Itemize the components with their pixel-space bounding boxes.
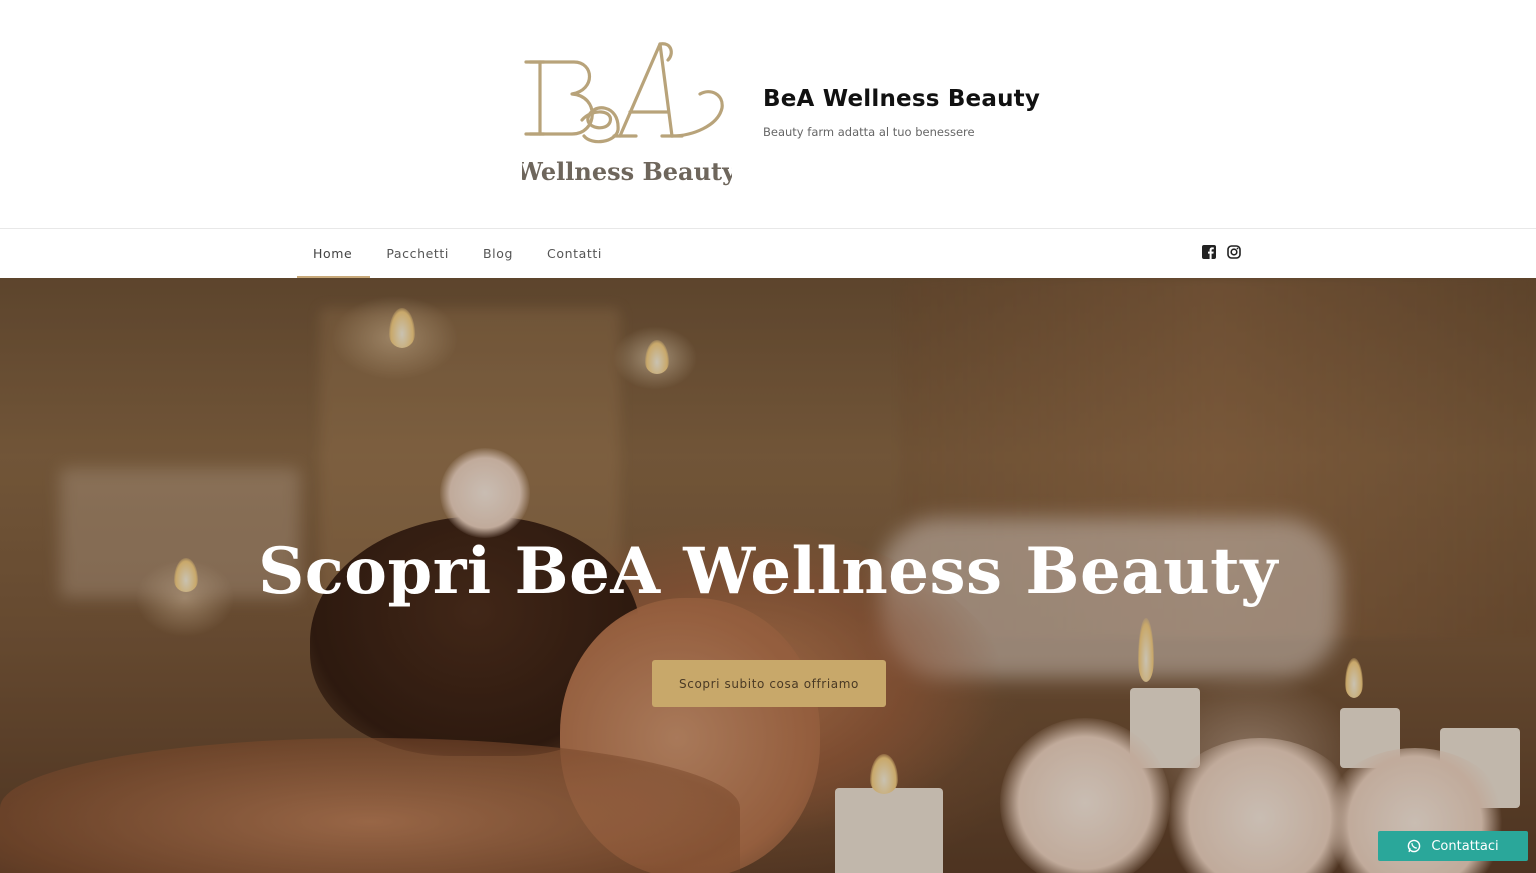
nav-item-contatti[interactable]: Contatti <box>531 229 620 278</box>
hero-section: Scopri BeA Wellness Beauty Scopri subito… <box>0 278 1536 873</box>
contact-whatsapp-button[interactable]: Contattaci <box>1378 831 1528 861</box>
contact-label: Contattaci <box>1431 838 1499 854</box>
instagram-icon <box>1227 245 1241 259</box>
social-links <box>1202 245 1241 259</box>
nav-item-pacchetti[interactable]: Pacchetti <box>370 229 467 278</box>
bea-logo-graphic: Wellness Beauty <box>522 42 732 186</box>
site-logo[interactable]: Wellness Beauty <box>522 38 732 193</box>
facebook-icon <box>1202 245 1216 259</box>
nav-item-home[interactable]: Home <box>297 229 371 278</box>
hero-title: Scopri BeA Wellness Beauty <box>258 534 1278 609</box>
nav-menu: Home Pacchetti Blog Contatti <box>297 229 620 278</box>
site-header: Wellness Beauty BeA Wellness Beauty Beau… <box>0 0 1536 228</box>
main-navigation: Home Pacchetti Blog Contatti <box>0 228 1536 278</box>
discover-offers-button[interactable]: Scopri subito cosa offriamo <box>652 660 886 707</box>
nav-item-blog[interactable]: Blog <box>467 229 531 278</box>
site-branding: BeA Wellness Beauty Beauty farm adatta a… <box>763 86 1040 139</box>
whatsapp-icon <box>1408 839 1421 853</box>
logo-wordmark: Wellness Beauty <box>522 157 732 186</box>
facebook-link[interactable] <box>1202 245 1216 259</box>
instagram-link[interactable] <box>1227 245 1241 259</box>
site-title[interactable]: BeA Wellness Beauty <box>763 86 1040 112</box>
site-tagline: Beauty farm adatta al tuo benessere <box>763 125 975 139</box>
